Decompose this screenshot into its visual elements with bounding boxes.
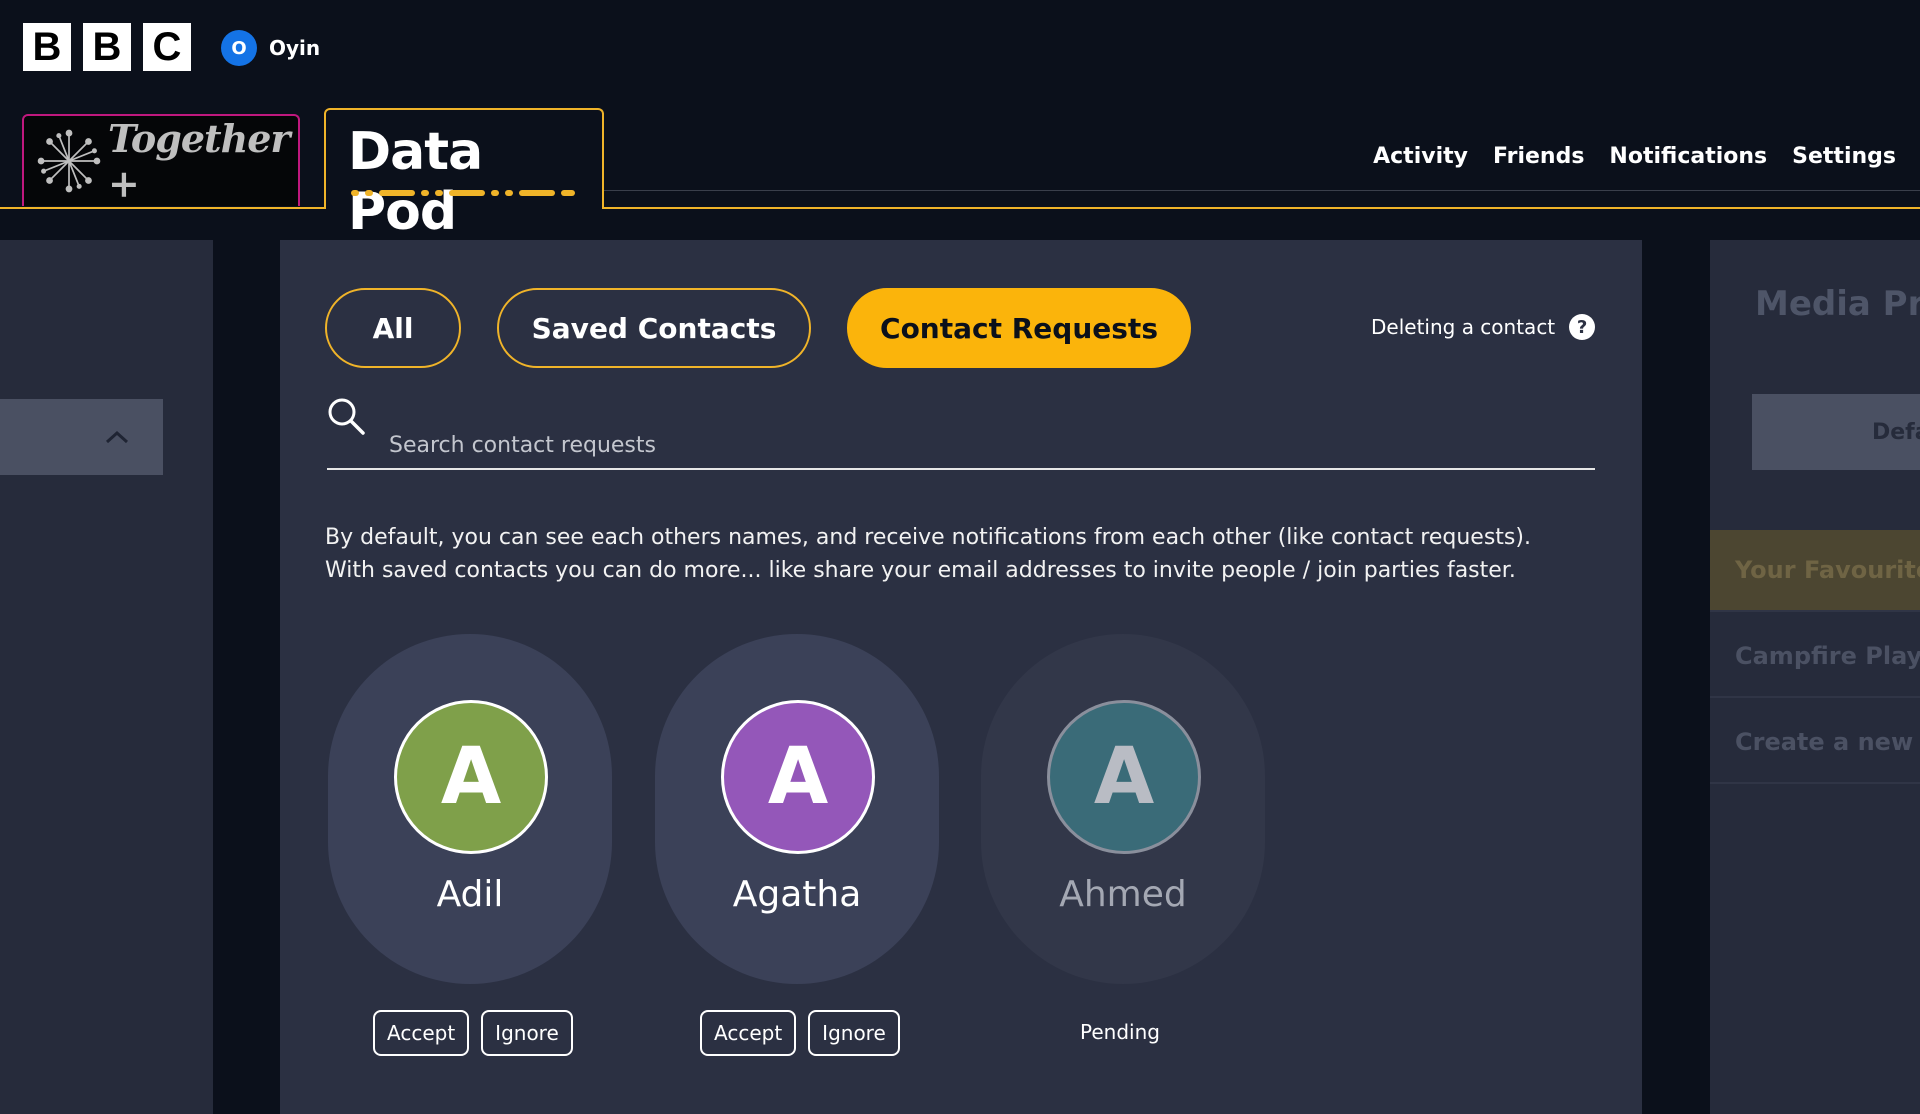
default-button[interactable]: Defa bbox=[1752, 394, 1920, 470]
deleting-contact-help[interactable]: Deleting a contact ? bbox=[1371, 314, 1596, 340]
ignore-button[interactable]: Ignore bbox=[481, 1010, 573, 1056]
info-text: By default, you can see each others name… bbox=[325, 521, 1575, 587]
accept-button[interactable]: Accept bbox=[373, 1010, 470, 1056]
user-account[interactable]: O Oyin bbox=[221, 30, 320, 66]
logo-letter: C bbox=[143, 23, 191, 71]
nav-activity[interactable]: Activity bbox=[1373, 144, 1468, 169]
left-panel bbox=[0, 240, 213, 1114]
logo-letter: B bbox=[23, 23, 71, 71]
user-name: Oyin bbox=[269, 36, 321, 60]
tab-underline bbox=[0, 207, 1920, 209]
playlist-favourite[interactable]: Your Favourite bbox=[1710, 530, 1920, 612]
search-input[interactable] bbox=[327, 410, 1595, 470]
accept-button[interactable]: Accept bbox=[700, 1010, 797, 1056]
contact-name: Agatha bbox=[732, 874, 862, 915]
agatha-actions: Accept Ignore bbox=[700, 1010, 900, 1056]
contact-card-agatha[interactable]: A Agatha bbox=[655, 634, 939, 984]
ignore-button[interactable]: Ignore bbox=[808, 1010, 900, 1056]
together-plus-label: Together + bbox=[108, 116, 290, 206]
filter-all[interactable]: All bbox=[325, 288, 461, 368]
nav-divider bbox=[604, 190, 1920, 191]
question-icon: ? bbox=[1569, 314, 1596, 340]
user-avatar: O bbox=[221, 30, 257, 66]
contacts-panel: All Saved Contacts Contact Requests Dele… bbox=[280, 240, 1642, 1114]
dashed-underline-icon bbox=[351, 190, 575, 196]
help-label: Deleting a contact bbox=[1371, 315, 1556, 339]
contact-card-ahmed[interactable]: A Ahmed bbox=[981, 634, 1265, 984]
collapse-button[interactable] bbox=[0, 399, 163, 475]
pending-status: Pending bbox=[1080, 1020, 1160, 1044]
playlist-campfire[interactable]: Campfire Playl bbox=[1710, 616, 1920, 698]
nav-settings[interactable]: Settings bbox=[1792, 144, 1896, 169]
create-playlist[interactable]: Create a new li bbox=[1710, 702, 1920, 784]
starburst-icon bbox=[37, 129, 101, 193]
data-pod-title: Data Pod bbox=[348, 122, 483, 242]
info-line: By default, you can see each others name… bbox=[325, 525, 1531, 550]
contact-name: Ahmed bbox=[1059, 874, 1187, 915]
tab-data-pod[interactable]: Data Pod bbox=[324, 108, 604, 242]
media-panel-title: Media Pro bbox=[1755, 284, 1920, 324]
filter-tabs: All Saved Contacts Contact Requests bbox=[325, 288, 1191, 368]
top-navigation: Activity Friends Notifications Settings bbox=[1373, 144, 1896, 169]
right-panel: Media Pro Defa Your Favourite Campfire P… bbox=[1710, 240, 1920, 1114]
nav-notifications[interactable]: Notifications bbox=[1609, 144, 1767, 169]
info-line: With saved contacts you can do more... l… bbox=[325, 558, 1516, 583]
adil-actions: Accept Ignore bbox=[373, 1010, 573, 1056]
bbc-logo[interactable]: B B C bbox=[23, 23, 191, 71]
nav-friends[interactable]: Friends bbox=[1493, 144, 1584, 169]
logo-letter: B bbox=[83, 23, 131, 71]
tab-together-plus[interactable]: Together + bbox=[22, 114, 300, 206]
contact-name: Adil bbox=[436, 874, 504, 915]
filter-saved-contacts[interactable]: Saved Contacts bbox=[497, 288, 811, 368]
contact-card-adil[interactable]: A Adil bbox=[328, 634, 612, 984]
avatar: A bbox=[394, 700, 548, 854]
avatar: A bbox=[721, 700, 875, 854]
chevron-up-icon bbox=[105, 430, 129, 444]
avatar: A bbox=[1047, 700, 1201, 854]
filter-contact-requests[interactable]: Contact Requests bbox=[847, 288, 1191, 368]
